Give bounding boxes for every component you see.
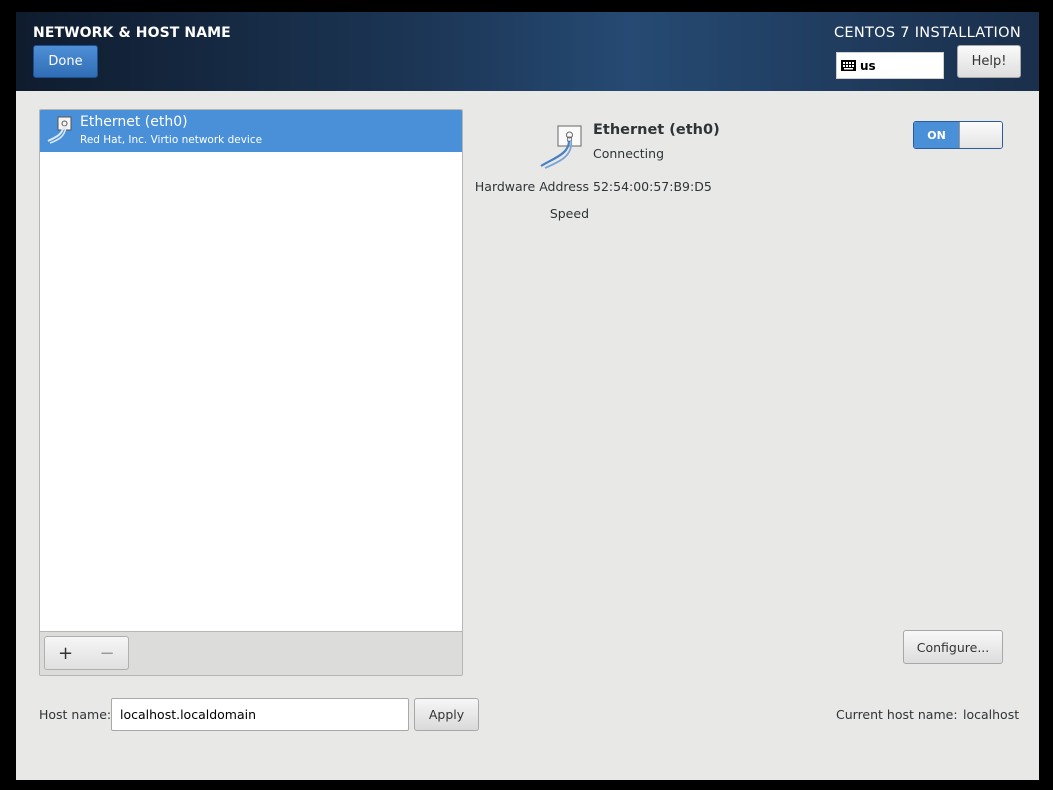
- connection-status: Connecting: [593, 146, 665, 161]
- done-button[interactable]: Done: [33, 45, 98, 78]
- remove-device-button[interactable]: −: [86, 636, 129, 670]
- add-device-button[interactable]: +: [44, 636, 87, 670]
- installer-window: NETWORK & HOST NAME Done CENTOS 7 INSTAL…: [16, 12, 1039, 780]
- device-list-toolbar: + −: [40, 631, 462, 675]
- keyboard-layout-label: us: [860, 58, 876, 73]
- ethernet-detail-icon: [540, 125, 582, 169]
- hostname-label: Host name:: [39, 707, 112, 722]
- ethernet-icon: [47, 116, 72, 144]
- hostname-input[interactable]: [111, 698, 409, 731]
- speed-label: Speed: [549, 206, 589, 221]
- page-title: NETWORK & HOST NAME: [33, 25, 231, 41]
- installation-title: CENTOS 7 INSTALLATION: [833, 25, 1021, 41]
- header-bar: NETWORK & HOST NAME Done CENTOS 7 INSTAL…: [16, 12, 1039, 91]
- toggle-on-label: ON: [914, 122, 959, 148]
- current-hostname-label: Current host name:: [836, 707, 958, 722]
- device-name: Ethernet (eth0): [80, 114, 188, 130]
- keyboard-layout-indicator[interactable]: us: [836, 52, 944, 79]
- network-device-list: Ethernet (eth0) Red Hat, Inc. Virtio net…: [39, 109, 463, 676]
- current-hostname-value: localhost: [963, 707, 1020, 722]
- hardware-address-label: Hardware Address: [474, 179, 589, 194]
- configure-button[interactable]: Configure...: [903, 630, 1003, 664]
- keyboard-icon: [841, 60, 856, 71]
- detail-device-name: Ethernet (eth0): [593, 122, 720, 138]
- toggle-knob[interactable]: [959, 122, 1002, 148]
- list-item-eth0[interactable]: Ethernet (eth0) Red Hat, Inc. Virtio net…: [40, 110, 462, 152]
- device-description: Red Hat, Inc. Virtio network device: [80, 134, 263, 146]
- hardware-address-value: 52:54:00:57:B9:D5: [593, 179, 712, 194]
- apply-button[interactable]: Apply: [414, 698, 479, 731]
- help-button[interactable]: Help!: [957, 45, 1021, 78]
- device-enable-toggle[interactable]: ON: [913, 121, 1003, 149]
